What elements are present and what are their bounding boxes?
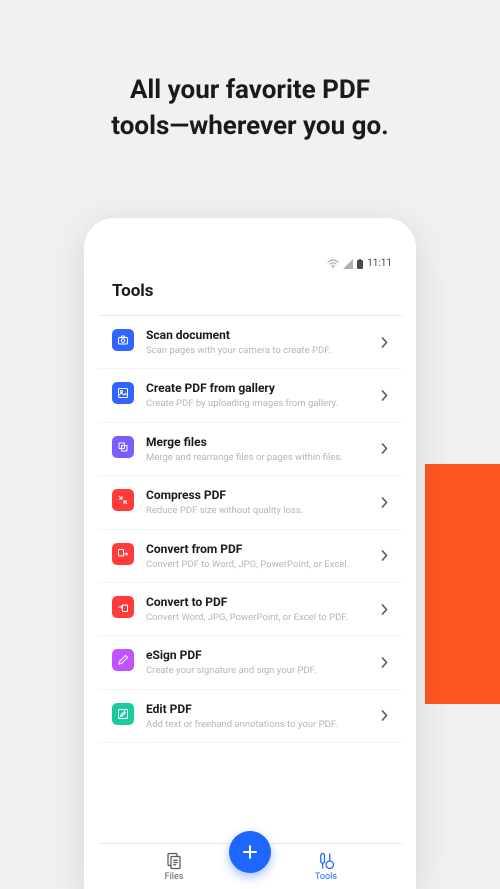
tool-item-edit[interactable]: Edit PDF Add text or freehand annotations…: [98, 690, 402, 743]
tool-text: Create PDF from gallery Create PDF by upl…: [146, 381, 369, 409]
phone-frame: 11:11 Tools Scan document Scan pages with…: [84, 218, 416, 889]
tool-description: Merge and rearrange files or pages withi…: [146, 452, 369, 463]
plus-icon: [240, 842, 260, 862]
decorative-orange-block: [425, 464, 500, 704]
chevron-right-icon: [381, 386, 388, 405]
chevron-right-icon: [381, 600, 388, 619]
chevron-right-icon: [381, 439, 388, 458]
hero-line1: All your favorite PDF: [130, 75, 370, 105]
chevron-right-icon: [381, 493, 388, 512]
image-icon: [112, 382, 134, 404]
chevron-right-icon: [381, 706, 388, 725]
hero-line2: tools—wherever you go.: [111, 111, 388, 141]
tool-description: Convert Word, JPG, PowerPoint, or Excel …: [146, 612, 369, 623]
tool-title: Convert to PDF: [146, 595, 369, 609]
wifi-icon: [327, 259, 339, 269]
tool-title: Edit PDF: [146, 702, 369, 716]
compress-icon: [112, 489, 134, 511]
chevron-right-icon: [381, 546, 388, 565]
page-title: Tools: [98, 271, 402, 315]
tool-title: Create PDF from gallery: [146, 381, 369, 395]
tool-text: eSign PDF Create your signature and sign …: [146, 648, 369, 676]
battery-icon: [357, 259, 363, 269]
tool-description: Create your signature and sign your PDF.: [146, 665, 369, 676]
tool-title: Compress PDF: [146, 488, 369, 502]
tool-description: Reduce PDF size without quality loss.: [146, 505, 369, 516]
status-time: 11:11: [367, 258, 392, 269]
sign-icon: [112, 649, 134, 671]
tab-tools-label: Tools: [315, 872, 337, 882]
hero-heading: All your favorite PDF tools—wherever you…: [0, 0, 500, 195]
tool-item-image[interactable]: Create PDF from gallery Create PDF by upl…: [98, 369, 402, 422]
chevron-right-icon: [381, 653, 388, 672]
tool-text: Scan document Scan pages with your camera…: [146, 328, 369, 356]
edit-icon: [112, 703, 134, 725]
phone-screen: 11:11 Tools Scan document Scan pages with…: [98, 254, 402, 889]
tool-description: Convert PDF to Word, JPG, PowerPoint, or…: [146, 559, 369, 570]
tool-text: Compress PDF Reduce PDF size without qual…: [146, 488, 369, 516]
tool-item-convert-from[interactable]: Convert from PDF Convert PDF to Word, JPG…: [98, 530, 402, 583]
tool-item-camera[interactable]: Scan document Scan pages with your camera…: [98, 316, 402, 369]
tool-title: Merge files: [146, 435, 369, 449]
tool-description: Create PDF by uploading images from gall…: [146, 398, 369, 409]
status-bar: 11:11: [98, 254, 402, 271]
tools-icon: [317, 852, 335, 870]
convert-from-icon: [112, 543, 134, 565]
tool-item-convert-to[interactable]: Convert to PDF Convert Word, JPG, PowerPo…: [98, 583, 402, 636]
tool-text: Merge files Merge and rearrange files or …: [146, 435, 369, 463]
files-icon: [165, 852, 183, 870]
chevron-right-icon: [381, 333, 388, 352]
tool-list: Scan document Scan pages with your camera…: [98, 316, 402, 743]
tool-title: Scan document: [146, 328, 369, 342]
tool-description: Add text or freehand annotations to your…: [146, 719, 369, 730]
tool-text: Edit PDF Add text or freehand annotations…: [146, 702, 369, 730]
tab-files[interactable]: Files: [98, 844, 250, 889]
signal-icon: [343, 259, 353, 269]
tool-description: Scan pages with your camera to create PD…: [146, 345, 369, 356]
tool-item-compress[interactable]: Compress PDF Reduce PDF size without qual…: [98, 476, 402, 529]
camera-icon: [112, 329, 134, 351]
tab-files-label: Files: [165, 872, 184, 882]
tool-text: Convert to PDF Convert Word, JPG, PowerPo…: [146, 595, 369, 623]
tool-item-merge[interactable]: Merge files Merge and rearrange files or …: [98, 423, 402, 476]
tool-text: Convert from PDF Convert PDF to Word, JPG…: [146, 542, 369, 570]
fab-add-button[interactable]: [229, 831, 271, 873]
tool-title: Convert from PDF: [146, 542, 369, 556]
tool-item-sign[interactable]: eSign PDF Create your signature and sign …: [98, 636, 402, 689]
tab-tools[interactable]: Tools: [250, 844, 402, 889]
tool-title: eSign PDF: [146, 648, 369, 662]
convert-to-icon: [112, 596, 134, 618]
merge-icon: [112, 436, 134, 458]
